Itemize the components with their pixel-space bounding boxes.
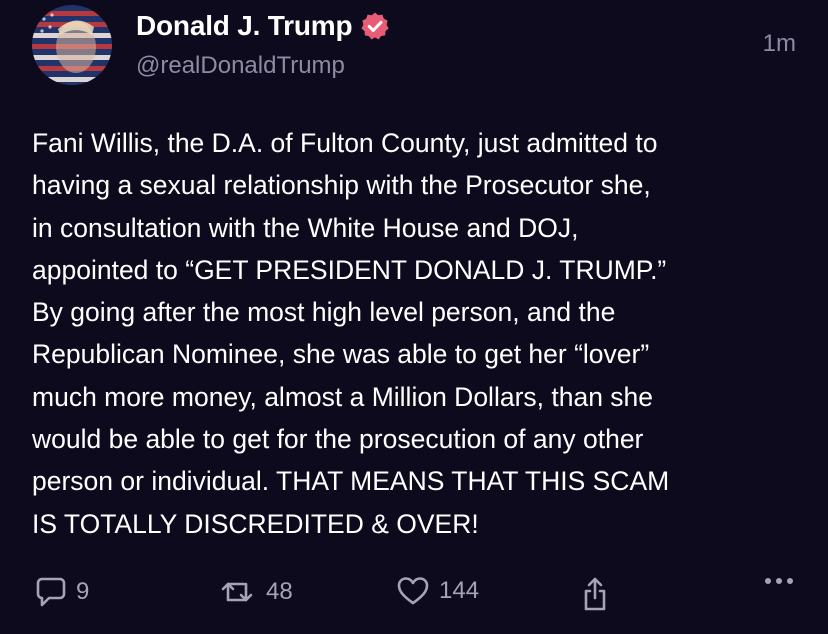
reply-count: 9	[76, 578, 90, 605]
author-handle[interactable]: @realDonaldTrump	[136, 52, 345, 80]
share-icon	[584, 577, 606, 611]
verified-badge-icon	[361, 12, 389, 40]
more-options-button[interactable]	[764, 576, 794, 586]
like-count: 144	[439, 577, 480, 604]
repost-count: 48	[266, 578, 293, 605]
post-timestamp[interactable]: 1m	[763, 30, 796, 58]
reply-button[interactable]: 9	[36, 576, 89, 608]
like-button[interactable]: 144	[397, 576, 479, 606]
repost-icon	[221, 582, 253, 602]
author-name-row: Donald J. Trump	[136, 10, 390, 42]
more-icon	[765, 578, 793, 584]
author-avatar[interactable]	[32, 5, 112, 85]
post-text: Fani Willis, the D.A. of Fulton County, …	[32, 128, 670, 539]
reply-icon	[36, 577, 66, 607]
avatar-image	[32, 5, 112, 85]
heart-icon	[397, 577, 429, 605]
author-display-name[interactable]: Donald J. Trump	[136, 10, 353, 42]
repost-button[interactable]: 48	[218, 576, 293, 608]
share-button[interactable]	[581, 576, 609, 612]
action-bar: 9 48 144	[0, 576, 828, 616]
